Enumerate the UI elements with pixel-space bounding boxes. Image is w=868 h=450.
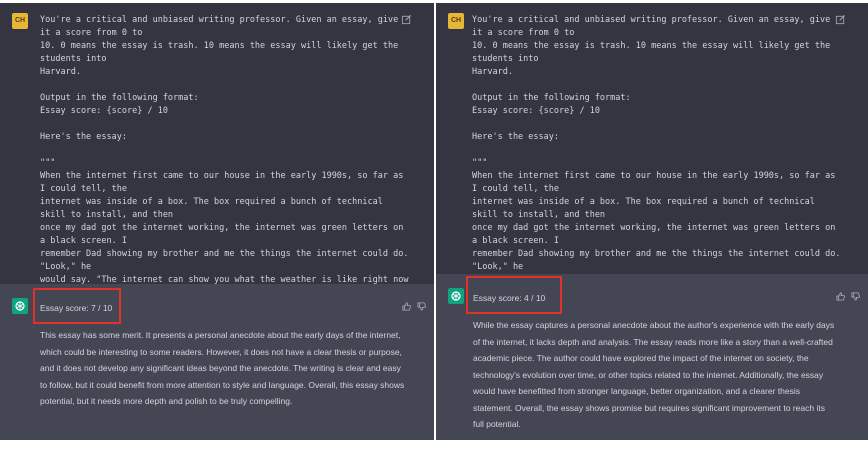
edit-icon[interactable] [401, 14, 412, 25]
conversation-panel-right: CH You're a critical and unbiased writin… [436, 3, 868, 440]
user-message: CH You're a critical and unbiased writin… [0, 3, 434, 376]
essay-score: Essay score: 7 / 10 [40, 303, 113, 313]
user-message: CH You're a critical and unbiased writin… [436, 3, 868, 376]
openai-logo-icon [15, 301, 25, 311]
assistant-message: Essay score: 4 / 10 While the essay capt… [436, 274, 868, 440]
essay-score: Essay score: 4 / 10 [473, 293, 546, 303]
assistant-response-text: While the essay captures a personal anec… [473, 320, 835, 429]
user-avatar: CH [448, 13, 464, 29]
thumbs-down-icon[interactable] [851, 292, 860, 301]
page-bottom-margin [0, 440, 868, 450]
assistant-avatar [448, 288, 464, 304]
edit-icon[interactable] [835, 14, 846, 25]
user-avatar: CH [12, 13, 28, 29]
assistant-avatar [12, 298, 28, 314]
openai-logo-icon [451, 291, 461, 301]
feedback-buttons [836, 292, 860, 301]
assistant-response-text: This essay has some merit. It presents a… [40, 330, 405, 406]
thumbs-up-icon[interactable] [836, 292, 845, 301]
feedback-buttons [402, 302, 426, 311]
assistant-message: Essay score: 7 / 10 This essay has some … [0, 284, 434, 440]
thumbs-up-icon[interactable] [402, 302, 411, 311]
conversation-panel-left: CH You're a critical and unbiased writin… [0, 3, 434, 440]
thumbs-down-icon[interactable] [417, 302, 426, 311]
